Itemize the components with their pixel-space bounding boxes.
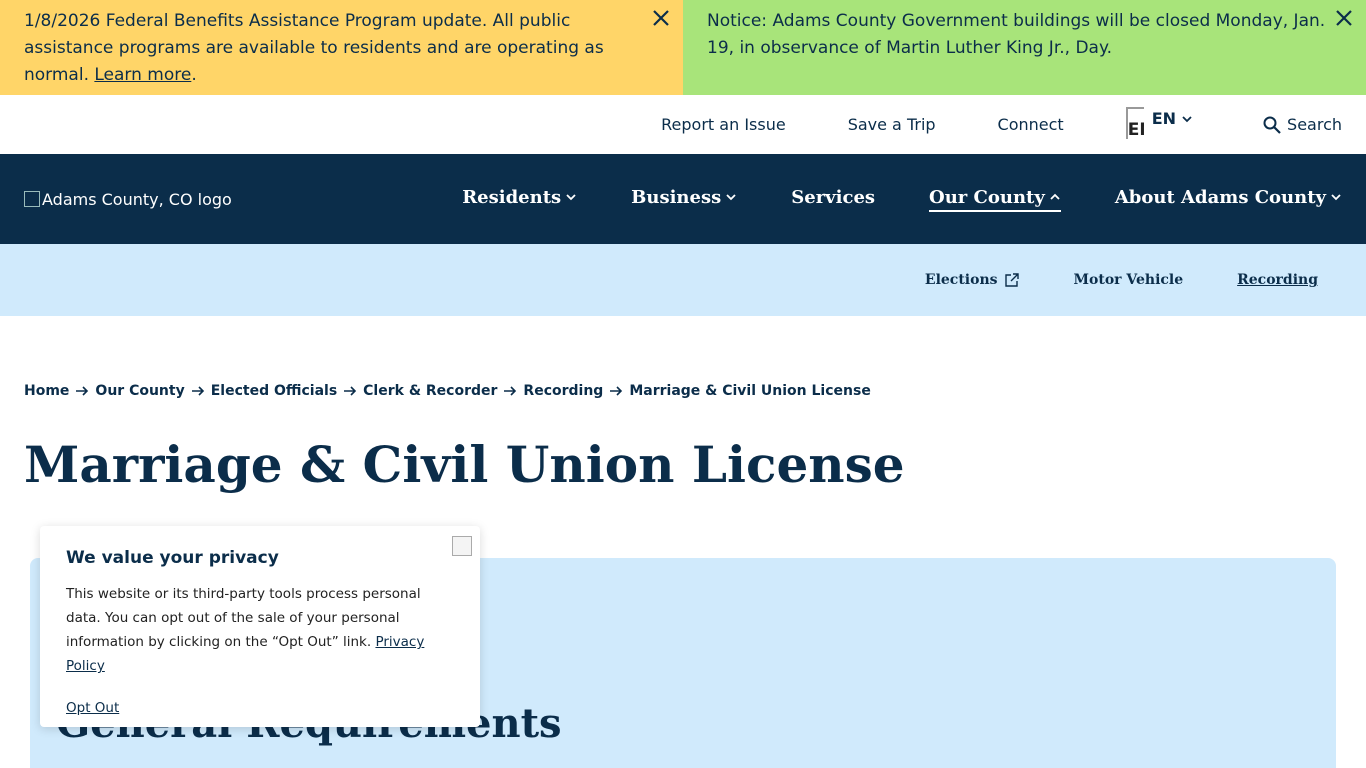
nav-about-label: About Adams County bbox=[1114, 186, 1326, 208]
subnav-recording-label: Recording bbox=[1237, 272, 1318, 288]
alert-closure: Notice: Adams County Government building… bbox=[683, 0, 1366, 95]
breadcrumb: Home Our County Elected Officials Clerk … bbox=[24, 383, 871, 399]
search-label: Search bbox=[1287, 115, 1342, 134]
close-icon[interactable] bbox=[649, 6, 673, 30]
nav-residents-label: Residents bbox=[462, 186, 562, 208]
save-trip-link[interactable]: Save a Trip bbox=[848, 115, 936, 134]
arrow-right-icon bbox=[504, 386, 517, 396]
opt-out-link[interactable]: Opt Out bbox=[66, 700, 119, 716]
broken-image-icon bbox=[24, 191, 40, 207]
arrow-right-icon bbox=[344, 386, 357, 396]
chevron-up-icon bbox=[1050, 193, 1060, 200]
report-issue-link[interactable]: Report an Issue bbox=[661, 115, 786, 134]
search-icon bbox=[1263, 116, 1281, 134]
language-code: EN bbox=[1151, 109, 1177, 128]
nav-residents[interactable]: Residents bbox=[462, 187, 577, 212]
chevron-down-icon bbox=[1182, 115, 1192, 122]
main-navigation: Adams County, CO logo Residents Business… bbox=[0, 154, 1366, 244]
subnav-motor-vehicle-label: Motor Vehicle bbox=[1073, 272, 1184, 288]
breadcrumb-elected-officials[interactable]: Elected Officials bbox=[211, 383, 337, 399]
chevron-down-icon bbox=[726, 194, 736, 201]
alert-benefits-period: . bbox=[191, 65, 197, 85]
breadcrumb-recording[interactable]: Recording bbox=[523, 383, 603, 399]
subnav-elections[interactable]: Elections bbox=[925, 272, 1020, 288]
breadcrumb-current: Marriage & Civil Union License bbox=[629, 383, 871, 399]
subnav-recording[interactable]: Recording bbox=[1237, 272, 1318, 288]
nav-our-county-label: Our County bbox=[929, 186, 1045, 208]
nav-items: Residents Business Services Our County A… bbox=[408, 187, 1342, 212]
learn-more-link[interactable]: Learn more bbox=[94, 65, 191, 85]
arrow-right-icon bbox=[191, 386, 204, 396]
language-selector[interactable]: EN EN bbox=[1125, 106, 1194, 139]
privacy-dialog: We value your privacy This website or it… bbox=[40, 526, 480, 727]
search-button[interactable]: Search bbox=[1262, 115, 1342, 135]
subnav-elections-label: Elections bbox=[924, 272, 998, 288]
nav-business-label: Business bbox=[631, 186, 722, 208]
nav-about[interactable]: About Adams County bbox=[1115, 187, 1342, 212]
alert-closure-text: Notice: Adams County Government building… bbox=[707, 11, 1326, 58]
utility-bar: Report an Issue Save a Trip Connect EN E… bbox=[0, 95, 1366, 154]
breadcrumb-clerk-recorder[interactable]: Clerk & Recorder bbox=[363, 383, 497, 399]
nav-services[interactable]: Services bbox=[791, 187, 875, 212]
alert-banners: 1/8/2026 Federal Benefits Assistance Pro… bbox=[0, 0, 1366, 95]
county-logo[interactable]: Adams County, CO logo bbox=[24, 190, 232, 209]
subnav-motor-vehicle[interactable]: Motor Vehicle bbox=[1074, 272, 1184, 288]
sub-navigation: Elections Motor Vehicle Recording bbox=[0, 244, 1366, 316]
connect-link[interactable]: Connect bbox=[998, 115, 1064, 134]
close-icon[interactable] bbox=[1332, 6, 1356, 30]
nav-business[interactable]: Business bbox=[631, 187, 737, 212]
page-title: Marriage & Civil Union License bbox=[24, 435, 905, 494]
arrow-right-icon bbox=[76, 386, 89, 396]
nav-services-label: Services bbox=[791, 186, 876, 208]
external-link-icon bbox=[1004, 273, 1019, 287]
breadcrumb-home[interactable]: Home bbox=[24, 383, 69, 399]
chevron-down-icon bbox=[566, 194, 576, 201]
alert-benefits: 1/8/2026 Federal Benefits Assistance Pro… bbox=[0, 0, 683, 95]
close-icon[interactable] bbox=[452, 536, 472, 556]
logo-alt-text: Adams County, CO logo bbox=[42, 189, 232, 209]
privacy-title: We value your privacy bbox=[66, 548, 279, 568]
arrow-right-icon bbox=[610, 386, 623, 396]
privacy-body: This website or its third-party tools pr… bbox=[66, 582, 454, 678]
chevron-down-icon bbox=[1331, 194, 1341, 201]
nav-our-county[interactable]: Our County bbox=[929, 187, 1061, 212]
language-flag-image: EN bbox=[1125, 106, 1144, 139]
privacy-text: This website or its third-party tools pr… bbox=[66, 586, 421, 650]
breadcrumb-our-county[interactable]: Our County bbox=[95, 383, 184, 399]
